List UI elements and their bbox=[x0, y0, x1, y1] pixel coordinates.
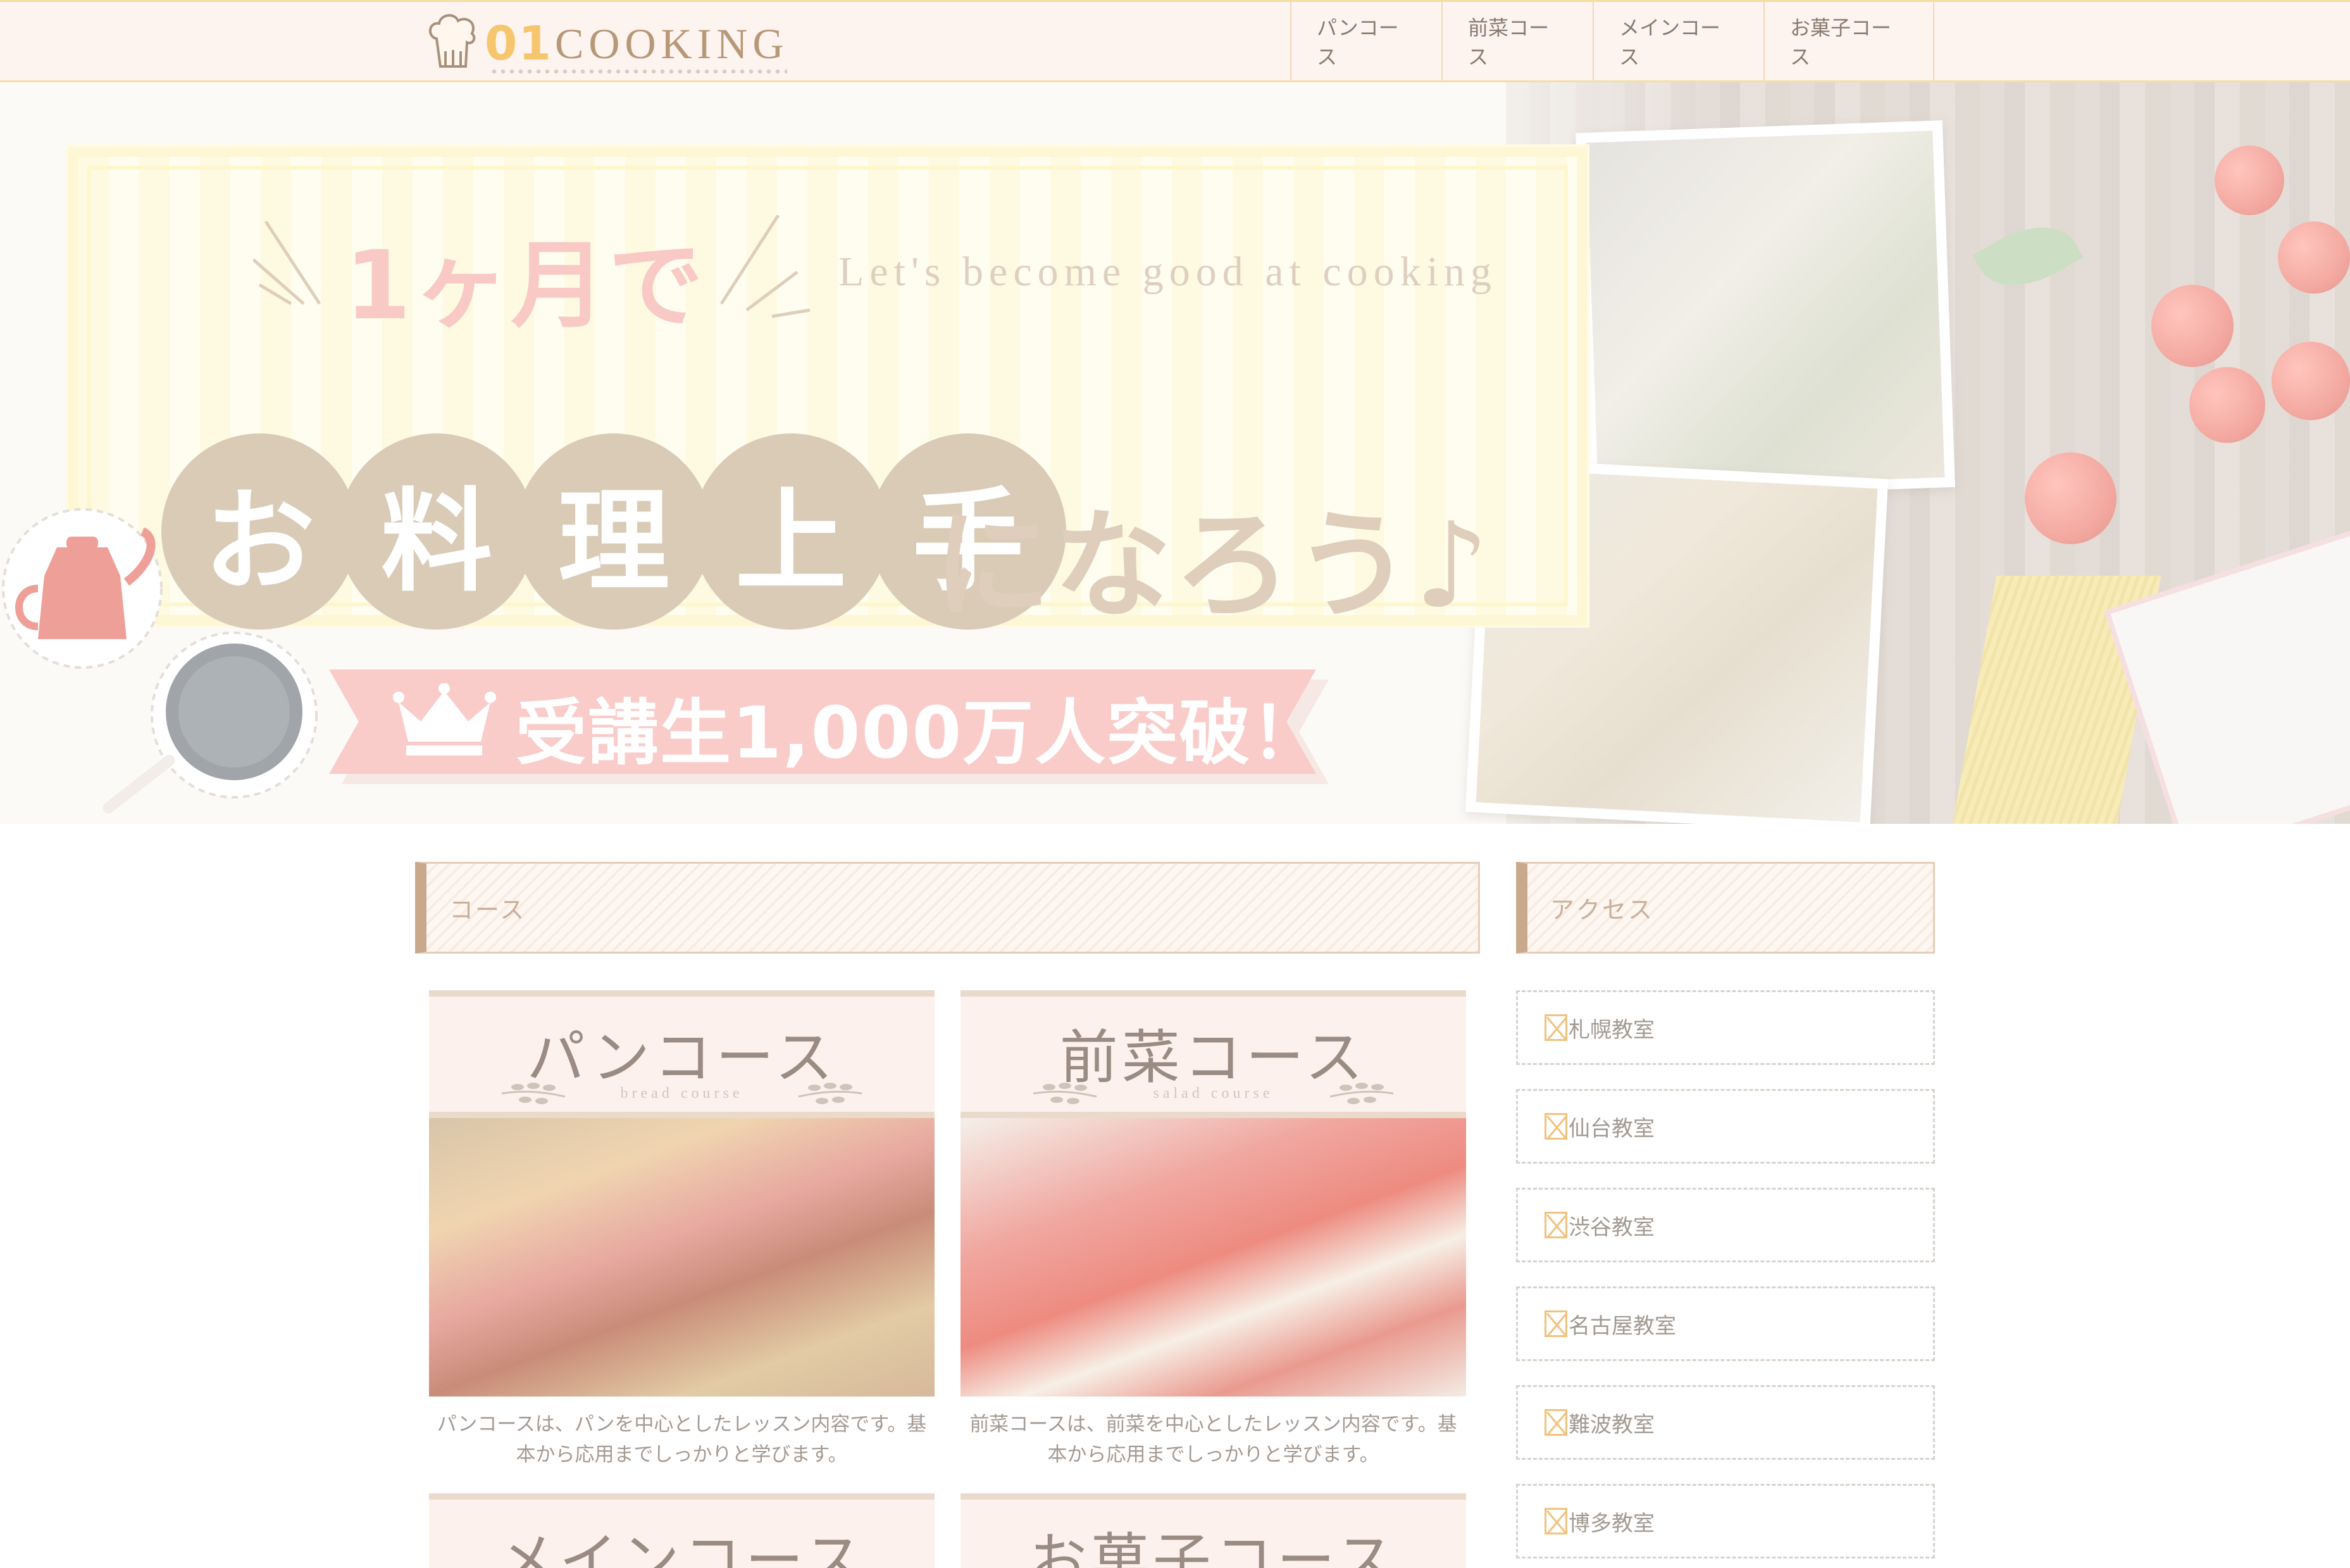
course-card-main[interactable]: メインコース bbox=[429, 1493, 935, 1568]
access-item-label: 博多教室 bbox=[1569, 1510, 1655, 1536]
broken-image-icon bbox=[1545, 1212, 1567, 1238]
nav-bread-course[interactable]: パンコース bbox=[1290, 2, 1441, 80]
logo-number: 01 bbox=[485, 16, 552, 71]
broken-image-icon bbox=[1545, 1508, 1567, 1534]
main-nav: パンコース 前菜コース メインコース お菓子コース bbox=[1290, 2, 1934, 80]
access-item-shibuya[interactable]: 渋谷教室 bbox=[1516, 1188, 1935, 1262]
course-card-appetizer[interactable]: 前菜コース salad course 前菜コースは、前菜を中心としたレッスン内容… bbox=[961, 990, 1466, 1470]
access-item-hakata[interactable]: 博多教室 bbox=[1516, 1484, 1935, 1559]
access-item-label: 渋谷教室 bbox=[1569, 1214, 1655, 1240]
logo-dots-decoration bbox=[490, 68, 787, 75]
course-card-description: パンコースは、パンを中心としたレッスン内容です。基 本から応用までしっかりと学び… bbox=[437, 1413, 927, 1466]
hero-banner: 1ヶ月で Let's become good at cooking お 料 理 … bbox=[0, 82, 2350, 824]
course-card-title: お菓子コース bbox=[1028, 1529, 1398, 1568]
access-section-heading: アクセス bbox=[1516, 862, 1935, 954]
course-card-description: 前菜コースは、前菜を中心としたレッスン内容です。基 本から応用までしっかりと学び… bbox=[969, 1413, 1457, 1466]
nav-main-course[interactable]: メインコース bbox=[1593, 2, 1763, 80]
course-card-title-area: メインコース bbox=[429, 1493, 935, 1568]
broken-image-icon bbox=[1545, 1113, 1567, 1140]
logo-word: COOKING bbox=[554, 19, 789, 68]
broken-image-icon bbox=[1545, 1409, 1567, 1436]
course-section-heading: コース bbox=[415, 862, 1480, 954]
appetizer-course-image[interactable] bbox=[961, 1118, 1466, 1397]
course-card-sweets[interactable]: お菓子コース bbox=[961, 1493, 1466, 1568]
broken-image-icon bbox=[1545, 1014, 1567, 1041]
course-card-title-area: 前菜コース salad course bbox=[961, 990, 1466, 1118]
access-item-label: 仙台教室 bbox=[1569, 1116, 1655, 1142]
access-item-label: 名古屋教室 bbox=[1569, 1313, 1676, 1339]
broken-image-icon bbox=[1545, 1310, 1567, 1337]
nav-sweets-course[interactable]: お菓子コース bbox=[1763, 2, 1934, 80]
course-card-subtitle: salad course bbox=[1153, 1085, 1274, 1102]
chef-hat-icon bbox=[429, 14, 476, 68]
bread-course-image[interactable] bbox=[429, 1118, 935, 1397]
access-item-nagoya[interactable]: 名古屋教室 bbox=[1516, 1286, 1935, 1361]
access-item-label: 難波教室 bbox=[1569, 1412, 1655, 1438]
access-item-namba[interactable]: 難波教室 bbox=[1516, 1385, 1935, 1460]
nav-appetizer-course[interactable]: 前菜コース bbox=[1441, 2, 1593, 80]
course-card-title-area: パンコース bread course bbox=[429, 990, 935, 1118]
access-item-sapporo[interactable]: 札幌教室 bbox=[1516, 990, 1935, 1065]
course-card-title: メインコース bbox=[497, 1529, 867, 1568]
course-card-title-area: お菓子コース bbox=[961, 1493, 1466, 1568]
access-item-sendai[interactable]: 仙台教室 bbox=[1516, 1089, 1935, 1164]
course-card-bread[interactable]: パンコース bread course パンコースは、パンを中心としたレッスン内容… bbox=[429, 990, 935, 1470]
site-header: 01 COOKING パンコース 前菜コース メインコース お菓子コース bbox=[0, 0, 2350, 82]
site-logo[interactable]: 01 COOKING bbox=[426, 12, 789, 75]
course-card-subtitle: bread course bbox=[620, 1085, 743, 1102]
access-item-label: 札幌教室 bbox=[1569, 1017, 1655, 1043]
